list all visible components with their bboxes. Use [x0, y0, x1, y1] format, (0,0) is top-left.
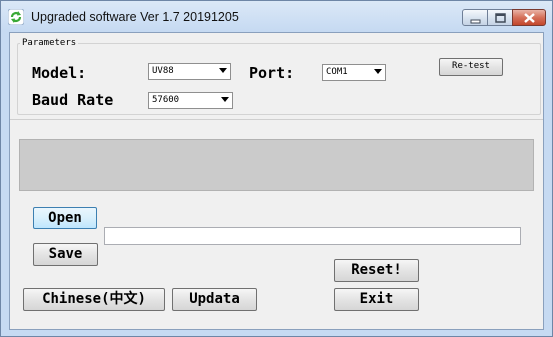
maximize-button[interactable]	[487, 9, 513, 26]
chinese-language-button[interactable]: Chinese(中文)	[23, 288, 165, 311]
reset-button[interactable]: Reset!	[334, 259, 419, 282]
model-label: Model:	[32, 64, 87, 82]
chevron-down-icon	[374, 69, 382, 74]
file-path-field[interactable]	[104, 227, 521, 245]
open-button[interactable]: Open	[33, 207, 97, 229]
retest-button[interactable]: Re-test	[439, 58, 503, 76]
chevron-down-icon	[219, 68, 227, 73]
minimize-icon	[470, 19, 481, 24]
chevron-down-icon	[221, 97, 229, 102]
port-label: Port:	[249, 64, 295, 82]
progress-bar	[19, 139, 534, 191]
baud-rate-select[interactable]: 57600	[148, 92, 233, 109]
updata-button[interactable]: Updata	[172, 288, 257, 311]
model-select[interactable]: UV88	[148, 63, 231, 80]
port-select-value: COM1	[326, 67, 348, 77]
baud-rate-select-value: 57600	[152, 95, 180, 105]
window-title: Upgraded software Ver 1.7 20191205	[31, 10, 239, 24]
save-button[interactable]: Save	[33, 243, 98, 266]
minimize-button[interactable]	[462, 9, 488, 26]
refresh-arrows-icon	[7, 8, 25, 26]
title-bar[interactable]: Upgraded software Ver 1.7 20191205	[1, 1, 552, 33]
section-divider	[10, 119, 543, 120]
close-icon	[524, 13, 535, 23]
maximize-icon	[495, 13, 506, 23]
client-area: Parameters Model: UV88 Port: COM1 Re-tes…	[9, 32, 544, 330]
model-select-value: UV88	[152, 66, 174, 76]
close-button[interactable]	[512, 9, 546, 26]
baud-rate-label: Baud Rate	[32, 91, 114, 109]
port-select[interactable]: COM1	[322, 64, 386, 81]
parameters-group-label: Parameters	[20, 38, 79, 48]
app-window: Upgraded software Ver 1.7 20191205 Param…	[0, 0, 553, 337]
exit-button[interactable]: Exit	[334, 288, 419, 311]
